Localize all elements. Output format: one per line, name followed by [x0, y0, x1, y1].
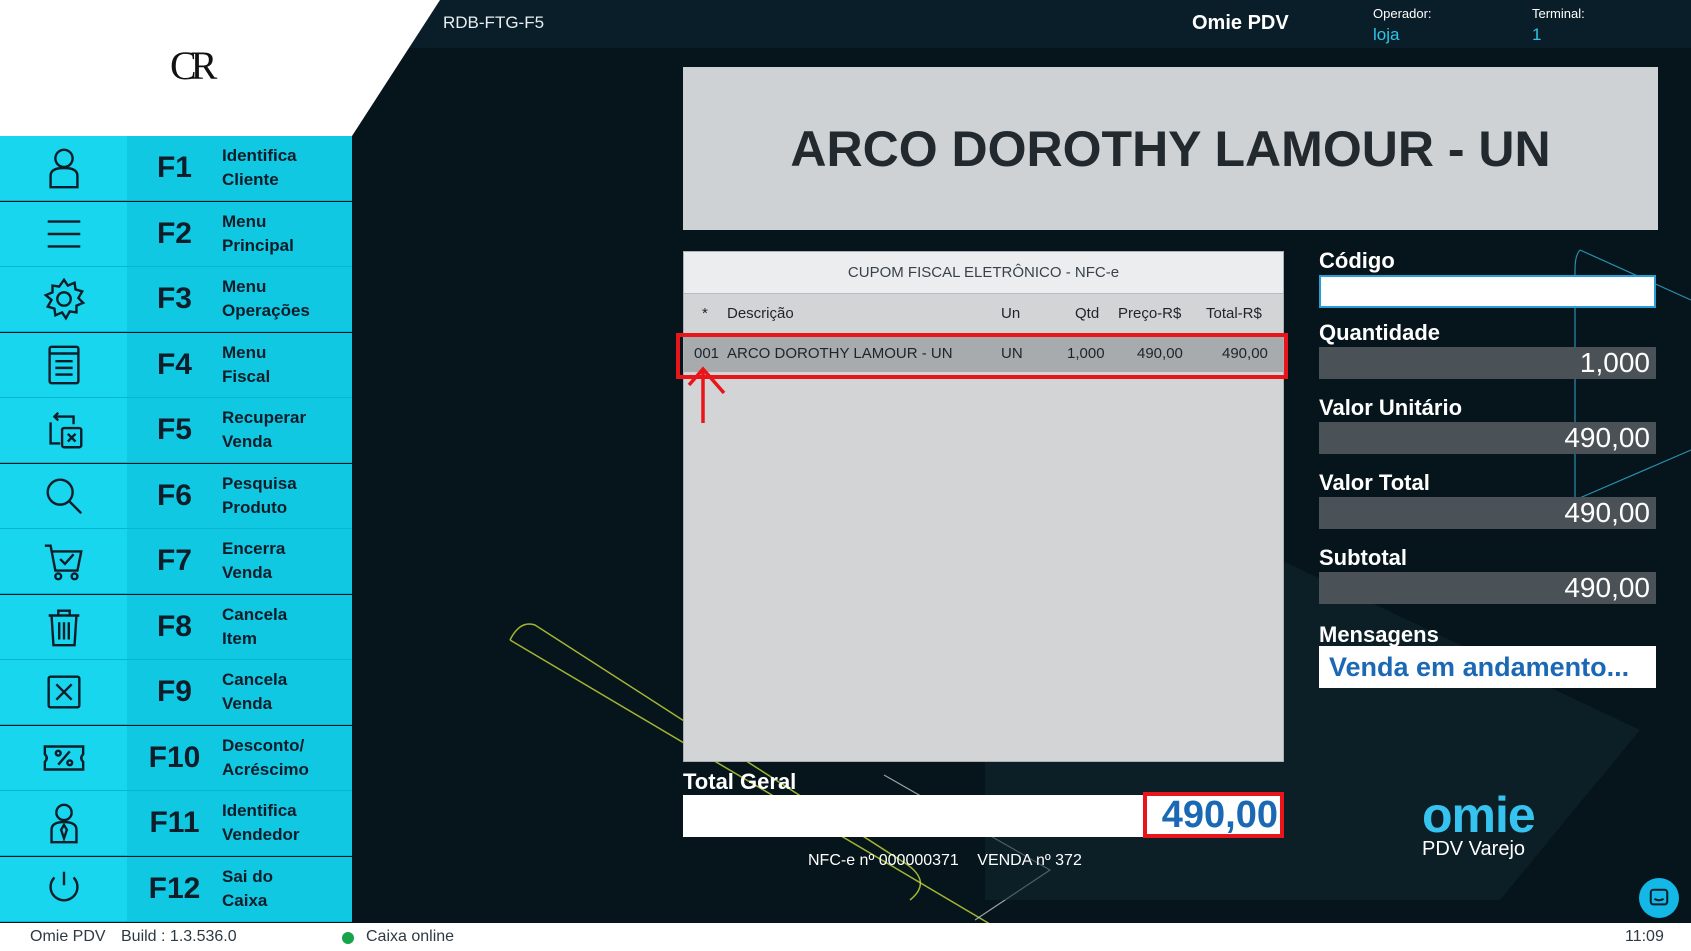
- f10-label: Desconto/ Acréscimo: [222, 735, 309, 779]
- brand-logo: omie: [1422, 787, 1536, 843]
- terminal-value: 1: [1532, 25, 1542, 44]
- f2-key: F2: [156, 216, 192, 250]
- f3-key: F3: [156, 282, 192, 315]
- col-index: *: [702, 305, 708, 322]
- f5-label: Recuperar Venda: [222, 408, 307, 451]
- item-row-highlight-box: [676, 333, 1288, 379]
- f8-cancela-item-button[interactable]: F8 Cancela Item: [0, 594, 352, 660]
- col-total: Total-R$: [1206, 305, 1262, 322]
- f7-label: Encerra Venda: [222, 539, 286, 582]
- store-code: RDB-FTG-F5: [443, 13, 545, 32]
- quantidade-label: Quantidade: [1319, 320, 1441, 345]
- f6-pesquisa-produto-button[interactable]: F6 Pesquisa Produto: [0, 463, 352, 529]
- f10-key: F10: [148, 740, 201, 774]
- subtotal-label: Subtotal: [1319, 545, 1407, 570]
- valor-unitario-label: Valor Unitário: [1319, 395, 1463, 420]
- f10-desconto-acrescimo-button[interactable]: F10 Desconto/ Acréscimo: [0, 725, 352, 791]
- annotation-arrow-icon: [687, 366, 726, 423]
- f3-menu-operacoes-button[interactable]: F3 Menu Operações: [0, 267, 352, 332]
- valor-unitario-field: 490,00: [1319, 422, 1656, 454]
- f3-label: Menu Operações: [222, 277, 310, 320]
- f11-label: Identifica Vendedor: [222, 801, 300, 844]
- cart-check-icon: [44, 544, 83, 581]
- operator-value: loja: [1373, 25, 1400, 44]
- col-preco: Preço-R$: [1118, 305, 1182, 322]
- current-product-banner: ARCO DOROTHY LAMOUR - UN: [683, 67, 1658, 230]
- f9-cancela-venda-button[interactable]: F9 Cancela Venda: [0, 660, 352, 725]
- f12-sai-do-caixa-button[interactable]: F12 Sai do Caixa: [0, 856, 352, 922]
- f9-label: Cancela Venda: [222, 670, 288, 713]
- nfce-number: NFC-e nº 000000371: [808, 852, 959, 869]
- app-title: Omie PDV: [1192, 12, 1289, 34]
- f7-encerra-venda-button[interactable]: F7 Encerra Venda: [0, 529, 352, 594]
- status-caixa: Caixa online: [366, 928, 455, 945]
- status-build: Build : 1.3.536.0: [121, 928, 237, 945]
- percent-ticket-icon: [43, 744, 84, 771]
- f1-key: F1: [156, 151, 192, 184]
- operator-label: Operador:: [1373, 6, 1432, 21]
- coupon-header-row: * Descrição Un Qtd Preço-R$ Total-R$: [684, 294, 1283, 332]
- f12-label: Sai do Caixa: [222, 866, 274, 910]
- subtotal-field: 490,00: [1319, 572, 1656, 604]
- search-icon: [46, 478, 82, 514]
- power-icon: [48, 871, 79, 901]
- col-un: Un: [1001, 305, 1021, 322]
- status-app-name: Omie PDV: [30, 928, 106, 945]
- chat-button[interactable]: [1639, 878, 1679, 918]
- f4-label: Menu Fiscal: [222, 342, 271, 386]
- f6-key: F6: [156, 478, 192, 512]
- cancel-box-icon: [46, 675, 81, 709]
- store-logo: CR: [170, 43, 217, 88]
- f2-menu-principal-button[interactable]: F2 Menu Principal: [0, 201, 352, 267]
- omie-brand: omie PDV Varejo: [1422, 786, 1536, 861]
- brand-subtitle: PDV Varejo: [1422, 838, 1526, 860]
- quantidade-field: 1,000: [1319, 347, 1656, 379]
- mensagens-field: Venda em andamento...: [1319, 646, 1656, 688]
- f8-key: F8: [156, 609, 192, 643]
- f1-identifica-cliente-button[interactable]: F1 Identifica Cliente: [0, 136, 352, 201]
- valor-total-field: 490,00: [1319, 497, 1656, 529]
- coupon-title: CUPOM FISCAL ELETRÔNICO - NFC-e: [684, 252, 1283, 294]
- f11-key: F11: [149, 806, 200, 839]
- f12-key: F12: [148, 871, 201, 905]
- f4-key: F4: [156, 347, 192, 381]
- f5-key: F5: [156, 413, 192, 446]
- total-geral-value: 490,00: [1143, 792, 1284, 838]
- recover-icon: [48, 411, 82, 449]
- logo-panel: CR: [0, 0, 440, 136]
- seller-icon: [49, 803, 78, 844]
- coupon-panel: CUPOM FISCAL ELETRÔNICO - NFC-e * Descri…: [683, 251, 1284, 762]
- f9-key: F9: [156, 675, 192, 708]
- gear-icon: [43, 277, 85, 321]
- f11-identifica-vendedor-button[interactable]: F11 Identifica Vendedor: [0, 791, 352, 856]
- total-geral-label: Total Geral: [683, 769, 797, 794]
- f6-label: Pesquisa Produto: [222, 473, 297, 517]
- function-key-sidebar: F1 Identifica Cliente F2 Menu Principal F3…: [0, 136, 352, 923]
- f7-key: F7: [156, 544, 192, 577]
- valor-total-label: Valor Total: [1319, 470, 1430, 495]
- f8-label: Cancela Item: [222, 604, 288, 648]
- f4-menu-fiscal-button[interactable]: F4 Menu Fiscal: [0, 332, 352, 398]
- codigo-label: Código: [1319, 248, 1395, 273]
- sale-number: VENDA nº 372: [977, 852, 1082, 869]
- receipt-icon: [47, 345, 80, 384]
- status-time: 11:09: [1625, 928, 1664, 945]
- menu-icon: [47, 219, 80, 248]
- f5-recuperar-venda-button[interactable]: F5 Recuperar Venda: [0, 398, 352, 463]
- f1-label: Identifica Cliente: [222, 146, 297, 189]
- user-icon: [48, 148, 79, 189]
- codigo-input[interactable]: [1319, 275, 1656, 308]
- trash-icon: [48, 609, 79, 646]
- status-bar: Omie PDV Build : 1.3.536.0 Caixa online …: [0, 923, 1691, 951]
- col-descricao: Descrição: [727, 305, 794, 322]
- mensagens-label: Mensagens: [1319, 622, 1439, 647]
- chat-icon: [1649, 888, 1669, 906]
- f2-label: Menu Principal: [222, 211, 294, 255]
- nfce-info: NFC-e nº 000000371 VENDA nº 372: [808, 852, 1096, 870]
- terminal-label: Terminal:: [1532, 6, 1585, 21]
- col-qtd: Qtd: [1075, 305, 1100, 322]
- online-status-icon: [342, 932, 354, 944]
